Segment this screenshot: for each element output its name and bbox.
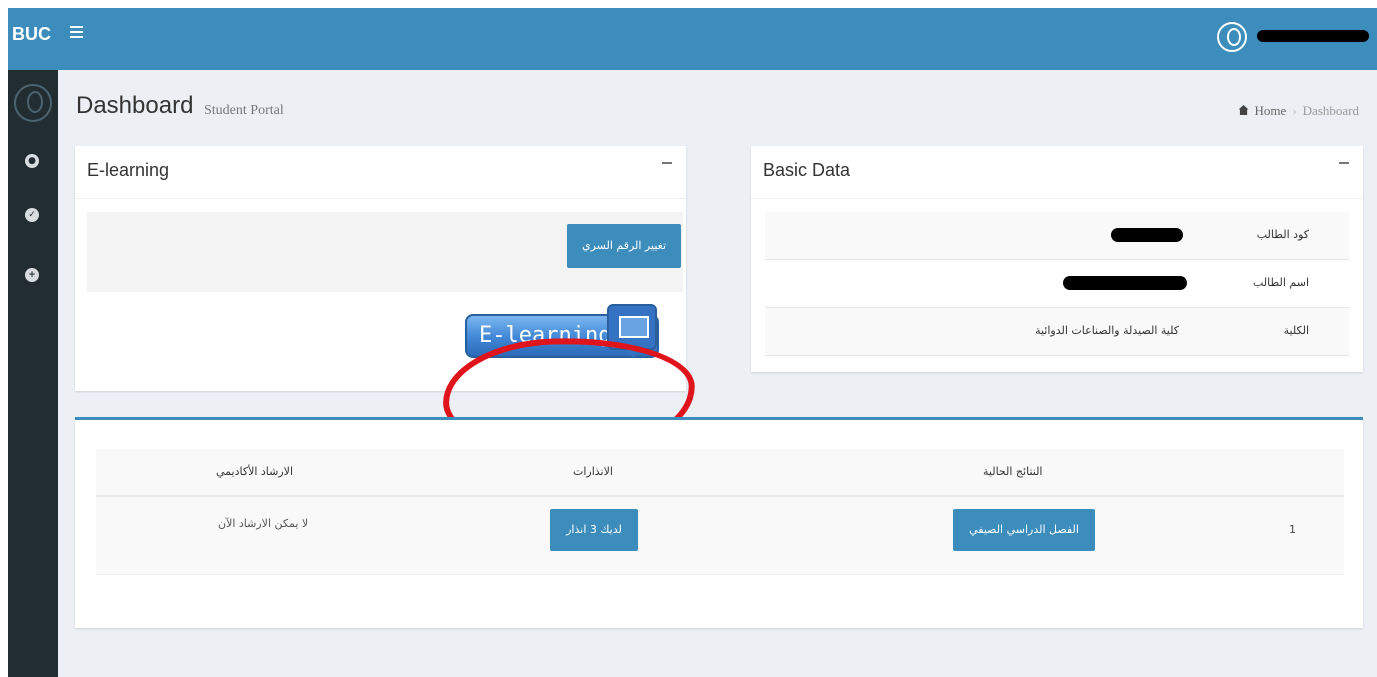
page-title: Dashboard <box>76 92 194 119</box>
basic-data-header: Basic Data <box>751 146 1363 199</box>
elearning-box: E-learning تغيير الرقم السري E-learning <box>75 146 697 461</box>
dashboard-icon[interactable]: ● <box>25 154 39 168</box>
results-header: النتائج الحالية <box>983 465 1043 478</box>
redacted-student-name <box>1063 276 1187 290</box>
elearning-box-header: E-learning <box>75 146 686 199</box>
advising-header: الارشاد الأكاديمي <box>216 465 294 478</box>
breadcrumb-current: Dashboard <box>1302 103 1359 118</box>
top-navbar: BUC <box>8 8 1377 70</box>
screen: BUC ● ✓ + Dashboard Student Portal Home ›… <box>0 0 1377 677</box>
table-row: كود الطالب <box>765 212 1349 260</box>
main-content: Dashboard Student Portal Home › Dashboard … <box>58 70 1377 677</box>
sidebar-avatar-icon <box>14 84 52 122</box>
elearning-box-title: E-learning <box>87 160 170 180</box>
sidebar: ● ✓ + <box>8 70 58 677</box>
change-password-button[interactable]: تغيير الرقم السري <box>567 224 681 268</box>
check-circle-icon[interactable]: ✓ <box>25 208 39 222</box>
table-header-row: النتائج الحالية الانذارات الارشاد الأكاد… <box>96 449 1344 497</box>
table-row: الكلية كلية الصيدلة والصناعات الدوائية <box>765 308 1349 356</box>
collapse-icon[interactable] <box>662 162 672 164</box>
plus-circle-icon[interactable]: + <box>25 268 39 282</box>
home-icon <box>1238 105 1249 115</box>
breadcrumb-home[interactable]: Home <box>1255 103 1287 118</box>
breadcrumb: Home › Dashboard <box>1238 103 1359 119</box>
table-row: 1 الفصل الدراسي الصيفي لديك 3 انذار لا ي… <box>96 497 1344 575</box>
advising-box: النتائج الحالية الانذارات الارشاد الأكاد… <box>75 417 1363 628</box>
page-subtitle: Student Portal <box>204 103 284 118</box>
collapse-icon[interactable] <box>1339 162 1349 164</box>
advising-status-text: لا يمكن الارشاد الآن <box>218 517 309 530</box>
faculty-value: كلية الصيدلة والصناعات الدوائية <box>1035 324 1179 337</box>
basic-data-box: Basic Data كود الطالب اسم الطالب الكلية … <box>751 146 1363 372</box>
redacted-user-name[interactable] <box>1257 30 1369 42</box>
basic-data-table: كود الطالب اسم الطالب الكلية كلية الصيدل… <box>765 212 1349 356</box>
student-code-label: كود الطالب <box>1256 228 1309 241</box>
advising-table: النتائج الحالية الانذارات الارشاد الأكاد… <box>96 449 1344 575</box>
faculty-label: الكلية <box>1283 324 1309 337</box>
basic-data-title: Basic Data <box>763 160 851 180</box>
summer-semester-button[interactable]: الفصل الدراسي الصيفي <box>953 509 1095 551</box>
warnings-header: الانذارات <box>573 465 613 478</box>
table-row: اسم الطالب <box>765 260 1349 308</box>
student-name-label: اسم الطالب <box>1252 276 1309 289</box>
brand-logo[interactable]: BUC <box>8 8 58 70</box>
warnings-button[interactable]: لديك 3 انذار <box>550 509 638 551</box>
breadcrumb-separator: › <box>1292 103 1297 118</box>
row-index: 1 <box>1289 523 1296 536</box>
redacted-student-code <box>1111 228 1183 242</box>
user-avatar-icon[interactable] <box>1217 22 1247 52</box>
menu-toggle-icon[interactable] <box>70 26 86 40</box>
